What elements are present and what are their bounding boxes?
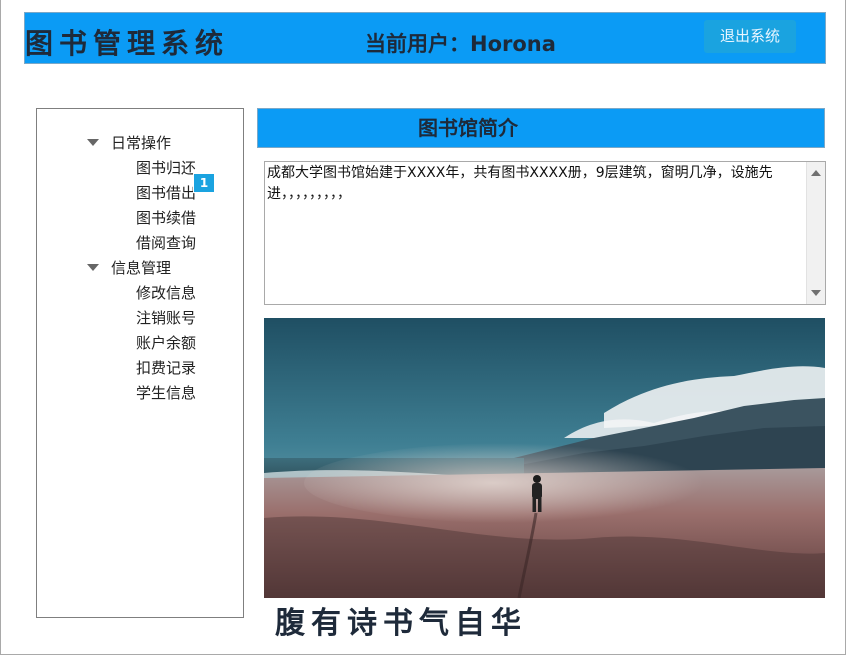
vertical-scrollbar[interactable] [806, 162, 825, 304]
step-badge: 1 [193, 173, 215, 193]
intro-text: 成都大学图书馆始建于XXXX年，共有图书XXXX册，9层建筑，窗明几净，设施先进… [267, 165, 773, 202]
beach-landscape-image [264, 318, 825, 598]
header-bar: 图书管理系统 当前用户：Horona 退出系统 [24, 12, 826, 64]
beach-photo [264, 318, 825, 598]
panel-title: 图书馆简介 [257, 108, 825, 148]
menu-item-book-return[interactable]: 图书归还 [136, 156, 196, 180]
system-title: 图书管理系统 [25, 27, 230, 60]
menu-group-label: 日常操作 [111, 134, 172, 152]
menu-group-label: 信息管理 [111, 259, 172, 277]
logout-button[interactable]: 退出系统 [704, 20, 796, 53]
scroll-up-arrow-icon[interactable] [811, 170, 821, 176]
scroll-down-arrow-icon[interactable] [811, 290, 821, 296]
sidebar-menu: 日常操作 图书归还 图书借出 图书续借 借阅查询 信息管理 修改信息 注销账号 … [36, 108, 244, 618]
current-user-label: 当前用户：Horona [365, 32, 556, 56]
triangle-down-icon [87, 139, 99, 146]
triangle-down-icon [87, 264, 99, 271]
menu-item-book-lend[interactable]: 图书借出 [136, 181, 196, 205]
motto-text: 腹有诗书气自华 [275, 606, 527, 641]
intro-textarea[interactable]: 成都大学图书馆始建于XXXX年，共有图书XXXX册，9层建筑，窗明几净，设施先进… [264, 161, 826, 305]
menu-item-borrow-query[interactable]: 借阅查询 [136, 231, 196, 255]
menu-item-edit-info[interactable]: 修改信息 [136, 281, 196, 305]
menu-item-cancel-account[interactable]: 注销账号 [136, 306, 196, 330]
menu-item-student-info[interactable]: 学生信息 [136, 381, 196, 405]
menu-item-book-renew[interactable]: 图书续借 [136, 206, 196, 230]
menu-item-account-balance[interactable]: 账户余额 [136, 331, 196, 355]
menu-group-info-management[interactable]: 信息管理 [87, 256, 171, 280]
menu-group-daily-operations[interactable]: 日常操作 [87, 131, 171, 155]
menu-item-fee-records[interactable]: 扣费记录 [136, 356, 196, 380]
